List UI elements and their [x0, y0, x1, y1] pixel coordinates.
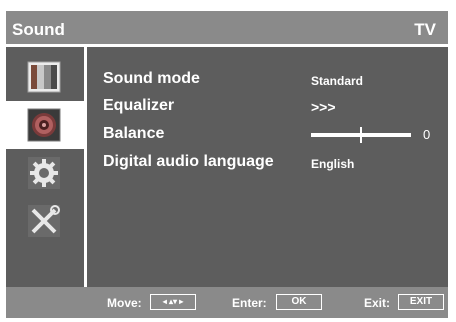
sidebar-item-tools[interactable] [6, 197, 84, 245]
balance-value: 0 [423, 127, 431, 142]
gear-icon [28, 157, 60, 189]
enter-key: OK [276, 294, 322, 310]
source-label: TV [414, 20, 436, 39]
sidebar-item-setup[interactable] [6, 149, 84, 197]
menu-row-digital-audio-language[interactable]: Digital audio language English [87, 150, 448, 176]
sound-mode-value: Standard [311, 74, 364, 88]
picture-icon [27, 61, 61, 93]
menu-title: Sound [12, 20, 65, 39]
enter-hint-label: Enter: [232, 296, 267, 310]
exit-hint-label: Exit: [364, 296, 391, 310]
balance-slider-thumb[interactable] [360, 127, 362, 143]
move-hint-label: Move: [107, 296, 142, 310]
balance-slider[interactable] [311, 127, 411, 143]
sound-settings-list: Sound mode Standard Equalizer >>> Balanc… [87, 47, 448, 287]
sound-mode-label: Sound mode [103, 70, 200, 87]
equalizer-value: >>> [311, 99, 336, 115]
speaker-icon [27, 108, 61, 142]
digital-audio-language-value: English [311, 157, 355, 171]
category-sidebar [6, 47, 84, 287]
equalizer-label: Equalizer [103, 97, 175, 114]
menu-header: Sound TV [6, 11, 448, 47]
tools-icon [28, 205, 60, 237]
exit-key: EXIT [398, 294, 444, 310]
digital-audio-language-label: Digital audio language [103, 153, 274, 170]
balance-label: Balance [103, 125, 165, 142]
menu-row-sound-mode[interactable]: Sound mode Standard [87, 67, 448, 93]
sound-menu-screen: Sound TV Sound mode Standard Equalizer >… [6, 11, 448, 318]
move-key: ◂ ▴▾ ▸ [150, 294, 196, 310]
sidebar-item-picture[interactable] [6, 53, 84, 101]
menu-row-equalizer[interactable]: Equalizer >>> [87, 94, 448, 120]
menu-row-balance[interactable]: Balance 0 [87, 122, 448, 148]
sidebar-item-sound[interactable] [6, 101, 84, 149]
key-hint-bar: Move: ◂ ▴▾ ▸ Enter: OK Exit: EXIT [6, 287, 448, 318]
